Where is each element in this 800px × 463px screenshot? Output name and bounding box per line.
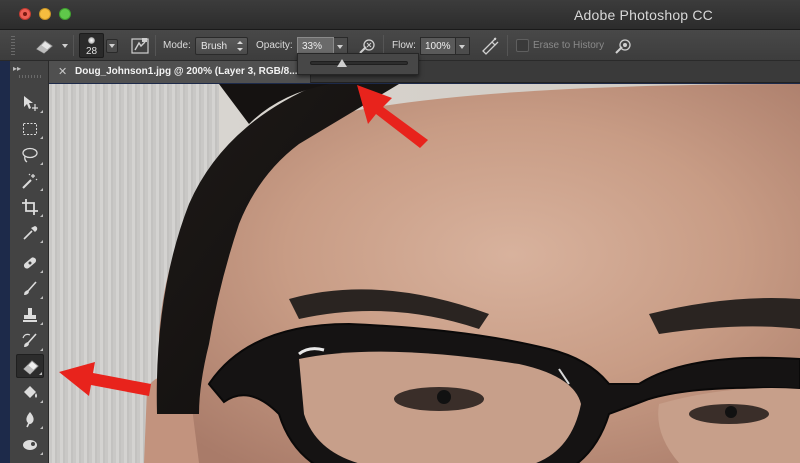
tool-move[interactable] — [16, 91, 44, 115]
lasso-tool-icon — [22, 147, 38, 163]
tool-group-indicator — [40, 240, 43, 243]
mode-select[interactable]: Brush — [195, 37, 248, 55]
tool-healing-brush[interactable] — [16, 251, 44, 275]
tool-group-indicator — [40, 188, 43, 191]
chevron-down-icon — [62, 44, 68, 48]
opacity-slider-popup — [297, 53, 419, 75]
magic-wand-tool-icon — [22, 173, 38, 189]
toggle-brush-panel-button[interactable] — [130, 36, 150, 56]
options-bar-grip[interactable] — [11, 36, 15, 56]
tool-blur[interactable] — [16, 407, 44, 431]
brush-picker-dropdown-button[interactable] — [106, 39, 118, 53]
divider — [155, 35, 156, 56]
blur-tool-icon — [26, 412, 34, 428]
tool-group-indicator — [40, 426, 43, 429]
brush-size-value: 28 — [85, 46, 98, 57]
healing-brush-tool-icon — [23, 257, 37, 269]
updown-arrows-icon — [237, 41, 243, 51]
document-tab[interactable]: ✕ Doug_Johnson1.jpg @ 200% (Layer 3, RGB… — [49, 61, 311, 83]
erase-to-history-checkbox[interactable] — [516, 39, 529, 52]
tool-magic-wand[interactable] — [16, 169, 44, 193]
pressure-size-icon — [615, 39, 631, 54]
opacity-slider-track[interactable] — [310, 61, 408, 65]
tool-crop[interactable] — [16, 195, 44, 219]
tool-eyedropper[interactable] — [16, 221, 44, 245]
tool-group-indicator — [40, 270, 43, 273]
marquee-tool-icon — [23, 123, 37, 135]
title-bar: Adobe Photoshop CC — [0, 0, 800, 30]
mode-label: Mode: — [163, 40, 191, 51]
zoom-window-button[interactable] — [59, 8, 71, 20]
brush-tool-icon — [24, 281, 37, 295]
tool-lasso[interactable] — [16, 143, 44, 167]
flow-label: Flow: — [392, 40, 416, 51]
tool-marquee[interactable] — [16, 117, 44, 141]
tool-brush[interactable] — [16, 277, 44, 301]
minimize-window-button[interactable] — [39, 8, 51, 20]
tool-group-indicator — [40, 452, 43, 455]
tool-group-indicator — [40, 214, 43, 217]
divider — [507, 35, 508, 56]
history-brush-tool-icon — [22, 333, 37, 347]
opacity-slider-thumb[interactable] — [337, 59, 348, 67]
tool-group-indicator — [40, 400, 43, 403]
tool-group-indicator — [39, 372, 42, 375]
brush-panel-icon — [131, 38, 149, 54]
flow-input[interactable]: 100% — [420, 37, 456, 55]
divider — [73, 35, 74, 56]
flow-slider-toggle[interactable] — [456, 37, 470, 55]
document-tab-label: Doug_Johnson1.jpg @ 200% (Layer 3, RGB/8… — [75, 66, 298, 77]
tools-panel-grip[interactable] — [19, 75, 41, 78]
erase-to-history-label: Erase to History — [533, 40, 605, 51]
tool-dodge[interactable] — [16, 433, 44, 457]
dodge-tool-icon — [23, 440, 37, 450]
close-tab-icon[interactable]: ✕ — [58, 65, 67, 78]
tool-clone-stamp[interactable] — [16, 303, 44, 327]
size-pressure-button[interactable] — [613, 36, 633, 56]
mode-select-value: Brush — [201, 41, 228, 52]
brush-tip-icon — [88, 37, 95, 44]
tool-group-indicator — [40, 162, 43, 165]
opacity-label: Opacity: — [256, 40, 293, 51]
crop-tool-icon — [22, 199, 38, 215]
airbrush-icon — [482, 37, 499, 55]
paint-bucket-tool-icon — [24, 386, 37, 398]
close-window-button[interactable] — [19, 8, 31, 20]
tool-paint-bucket[interactable] — [16, 381, 44, 405]
eraser-icon — [36, 40, 53, 54]
tools-panel: ▸▸ — [10, 61, 49, 463]
expand-panel-icon[interactable]: ▸▸ — [13, 64, 21, 73]
tool-group-indicator — [40, 348, 43, 351]
clone-stamp-tool-icon — [23, 308, 37, 322]
tool-group-indicator — [40, 322, 43, 325]
annotation-arrow-eraser — [59, 362, 151, 396]
brush-preset-picker[interactable]: 28 — [79, 33, 104, 58]
tool-group-indicator — [40, 136, 43, 139]
tool-preset-picker[interactable] — [32, 35, 70, 57]
move-tool-icon — [24, 96, 38, 111]
eraser-tool-icon — [23, 360, 39, 375]
tool-eraser[interactable] — [16, 354, 44, 378]
eyedropper-tool-icon — [23, 226, 38, 240]
tool-group-indicator — [40, 110, 43, 113]
annotation-arrow-opacity — [357, 85, 428, 148]
airbrush-button[interactable] — [480, 36, 500, 56]
tool-group-indicator — [40, 296, 43, 299]
tool-history-brush[interactable] — [16, 329, 44, 353]
app-title: Adobe Photoshop CC — [573, 7, 713, 23]
